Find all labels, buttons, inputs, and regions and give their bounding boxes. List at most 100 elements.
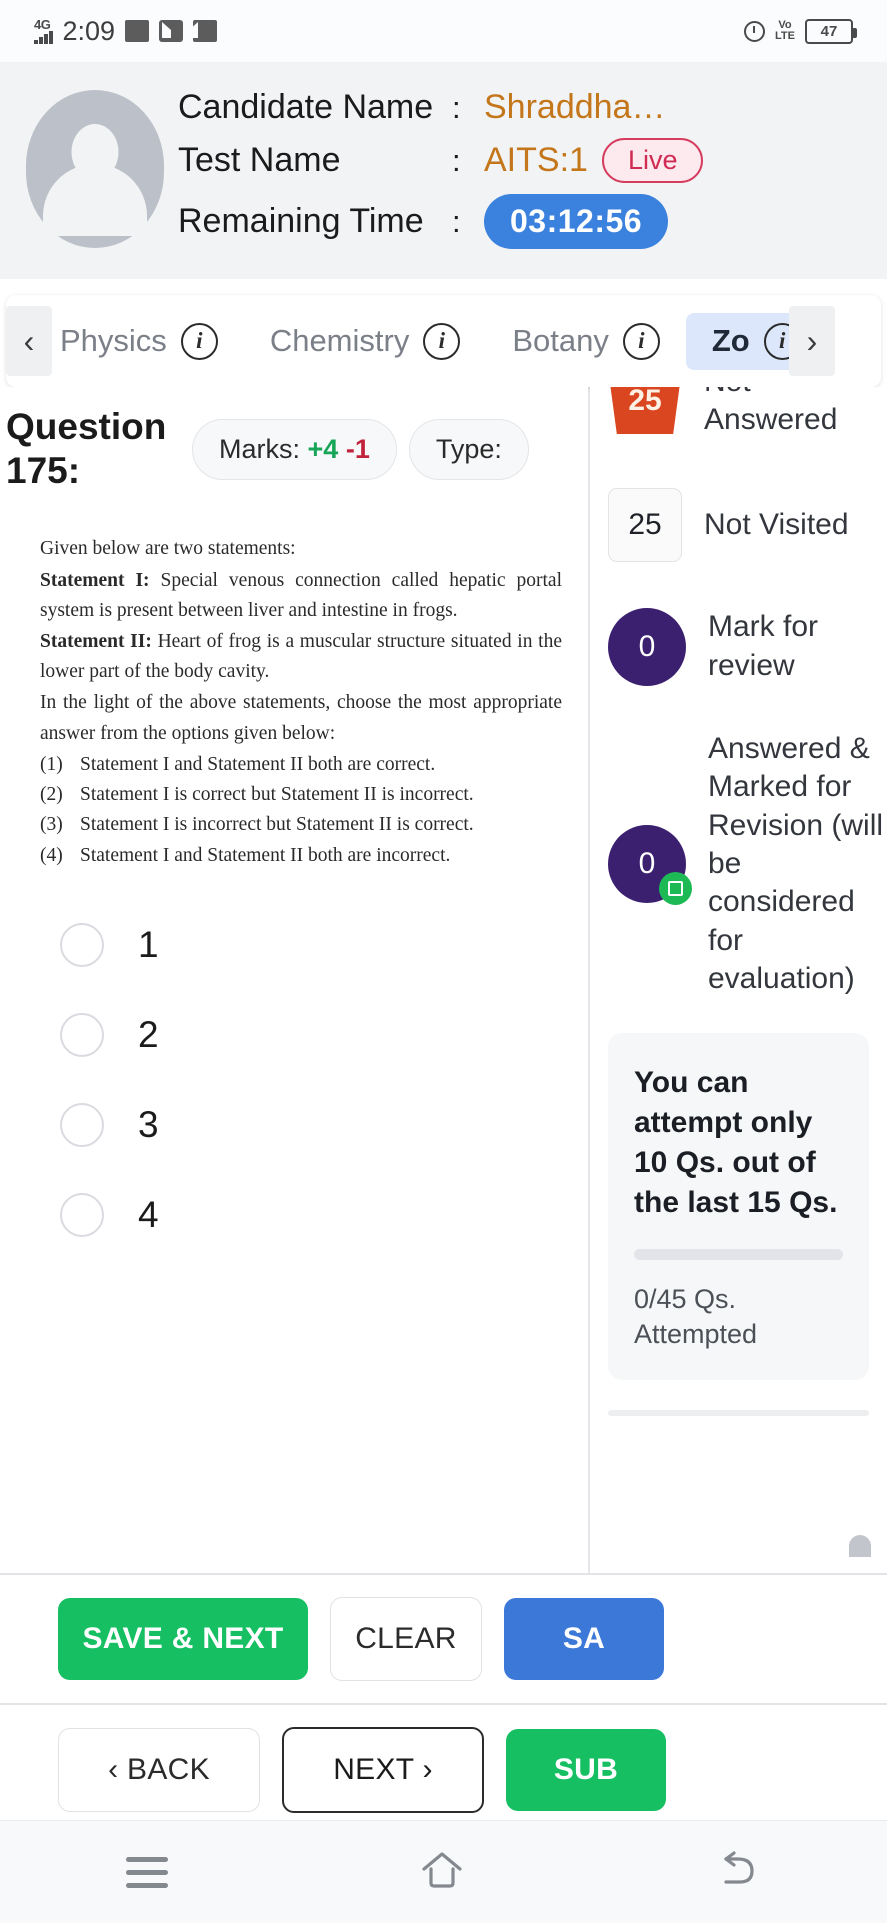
mail-icon bbox=[159, 20, 199, 42]
marks-positive: +4 bbox=[307, 434, 339, 464]
not-visited-count: 25 bbox=[608, 487, 682, 562]
attempt-progress-bar bbox=[634, 1249, 843, 1261]
count-value: 0 bbox=[638, 629, 656, 663]
choice-number: (2) bbox=[40, 784, 63, 806]
question-choice: (2) Statement I is correct but Statement… bbox=[40, 780, 562, 810]
question-header: Question 175: Marks: +4 -1 Type: bbox=[0, 387, 588, 492]
menu-icon[interactable] bbox=[125, 1849, 168, 1896]
status-bar: 4G 2:09 Vo LTE 47 bbox=[0, 0, 887, 62]
choice-text: Statement I is correct but Statement II … bbox=[80, 784, 474, 806]
question-choice: (1) Statement I and Statement II both ar… bbox=[40, 750, 562, 780]
attempt-info-card: You can attempt only 10 Qs. out of the l… bbox=[608, 1032, 869, 1381]
candidate-info: Candidate Name : Shraddha… Test Name : A… bbox=[178, 88, 704, 249]
legend-not-answered: 25 Not Answered bbox=[608, 387, 887, 440]
test-name-value: AITS:1 bbox=[484, 141, 588, 179]
marks-label: Marks: bbox=[219, 434, 300, 464]
test-name-row: Test Name : AITS:1 Live bbox=[178, 138, 704, 183]
candidate-name-label: Candidate Name bbox=[178, 88, 434, 126]
answer-options: 1 2 3 4 bbox=[0, 871, 588, 1237]
tab-botany-label: Botany bbox=[512, 323, 609, 358]
signal-icon: 4G bbox=[34, 18, 53, 44]
question-choice: (4) Statement I and Statement II both ar… bbox=[40, 841, 562, 871]
summary-pane: 25 Not Answered 25 Not Visited 0 Mark fo… bbox=[590, 387, 887, 1573]
question-text: Given below are two statements: Statemen… bbox=[0, 492, 588, 870]
submit-button[interactable]: SUB bbox=[506, 1729, 666, 1811]
question-status-legend: 25 Not Answered 25 Not Visited 0 Mark fo… bbox=[590, 387, 887, 999]
live-status-badge: Live bbox=[601, 138, 704, 183]
back-button[interactable]: ‹ BACK bbox=[58, 1728, 260, 1812]
choice-text: Statement I is incorrect but Statement I… bbox=[80, 814, 474, 836]
question-number: Question 175: bbox=[6, 406, 167, 491]
answer-actions: SAVE & NEXT CLEAR SA bbox=[0, 1575, 887, 1703]
candidate-name-value: Shraddha… bbox=[484, 88, 666, 126]
question-statement-1: Statement I: Special venous connection c… bbox=[40, 566, 562, 626]
choice-number: (4) bbox=[40, 844, 63, 866]
scroll-indicator[interactable] bbox=[849, 1535, 871, 1557]
tabs-scroll-right-button[interactable]: › bbox=[789, 306, 835, 376]
save-and-mark-button[interactable]: SA bbox=[504, 1598, 664, 1680]
answer-option-2[interactable]: 2 bbox=[60, 1012, 588, 1057]
info-icon[interactable]: i bbox=[180, 322, 218, 360]
question-pane: Question 175: Marks: +4 -1 Type: Given b… bbox=[0, 387, 588, 1573]
radio-button[interactable] bbox=[60, 922, 104, 967]
tab-botany[interactable]: Botany i bbox=[486, 313, 686, 370]
answer-option-1[interactable]: 1 bbox=[60, 922, 588, 967]
choice-number: (3) bbox=[40, 814, 63, 836]
remaining-time-label: Remaining Time bbox=[178, 202, 424, 240]
android-navigation-bar bbox=[0, 1820, 887, 1923]
radio-button[interactable] bbox=[60, 1192, 104, 1237]
answer-option-3[interactable]: 3 bbox=[60, 1102, 588, 1147]
legend-mark-for-review: 0 Mark for review bbox=[608, 607, 887, 686]
subject-tabs-bar: Physics i Chemistry i Botany i Zo i ‹ › bbox=[6, 295, 881, 387]
question-choice: (3) Statement I is incorrect but Stateme… bbox=[40, 810, 562, 840]
back-label: BACK bbox=[127, 1753, 210, 1786]
question-statement-2: Statement II: Heart of frog is a muscula… bbox=[40, 627, 562, 687]
info-icon[interactable]: i bbox=[423, 322, 461, 360]
signal-bars-icon bbox=[34, 31, 53, 44]
choice-text: Statement I and Statement II both are in… bbox=[80, 844, 451, 866]
choice-number: (1) bbox=[40, 753, 63, 775]
option-label: 1 bbox=[138, 923, 159, 965]
home-icon[interactable] bbox=[419, 1849, 465, 1896]
chevron-left-icon: ‹ bbox=[108, 1753, 119, 1786]
tabs-scroll-left-button[interactable]: ‹ bbox=[6, 306, 52, 376]
status-time: 2:09 bbox=[62, 15, 116, 46]
tab-physics[interactable]: Physics i bbox=[34, 313, 244, 370]
radio-button[interactable] bbox=[60, 1012, 104, 1057]
answer-option-4[interactable]: 4 bbox=[60, 1192, 588, 1237]
colon: : bbox=[452, 142, 461, 178]
network-type-label: 4G bbox=[34, 17, 51, 32]
remaining-time-row: Remaining Time : 03:12:56 bbox=[178, 194, 703, 249]
legend-not-visited: 25 Not Visited bbox=[608, 487, 887, 562]
not-visited-label: Not Visited bbox=[704, 507, 849, 541]
attempt-limit-message: You can attempt only 10 Qs. out of the l… bbox=[634, 1065, 838, 1220]
mark-for-review-count: 0 bbox=[608, 607, 686, 686]
save-and-next-button[interactable]: SAVE & NEXT bbox=[58, 1598, 308, 1680]
attempted-count: 0/45 Qs. Attempted bbox=[634, 1284, 758, 1350]
test-name-label: Test Name bbox=[178, 141, 341, 179]
radio-button[interactable] bbox=[60, 1102, 104, 1147]
subject-tabs: Physics i Chemistry i Botany i Zo i bbox=[6, 295, 881, 387]
question-navigation: ‹ BACK NEXT › SUB bbox=[0, 1705, 887, 1835]
option-label: 3 bbox=[138, 1103, 159, 1145]
not-answered-count: 25 bbox=[608, 387, 682, 435]
battery-icon: 47 bbox=[805, 18, 857, 44]
mark-for-review-label: Mark for review bbox=[708, 610, 819, 682]
tab-chemistry[interactable]: Chemistry i bbox=[244, 313, 487, 370]
app-screen: 4G 2:09 Vo LTE 47 Candidate Name : Shradd… bbox=[0, 0, 887, 1923]
tab-zoology-label: Zo bbox=[711, 323, 750, 358]
question-intro: Given below are two statements: bbox=[40, 538, 296, 560]
answered-marked-count: 0 bbox=[608, 825, 692, 906]
next-button[interactable]: NEXT › bbox=[282, 1727, 484, 1813]
next-label: NEXT bbox=[333, 1753, 414, 1786]
back-icon[interactable] bbox=[716, 1849, 762, 1896]
info-icon[interactable]: i bbox=[622, 322, 660, 360]
status-bar-left: 4G 2:09 bbox=[34, 15, 218, 47]
type-chip: Type: bbox=[408, 419, 529, 480]
not-answered-label: Not Answered bbox=[704, 387, 838, 437]
statement-1-label: Statement I: bbox=[40, 569, 150, 591]
question-closing: In the light of the above statements, ch… bbox=[40, 692, 562, 744]
answered-marked-label: Answered & Marked for Revision (will be … bbox=[708, 731, 884, 996]
clear-button[interactable]: CLEAR bbox=[330, 1597, 482, 1681]
marks-chip: Marks: +4 -1 bbox=[192, 419, 397, 480]
